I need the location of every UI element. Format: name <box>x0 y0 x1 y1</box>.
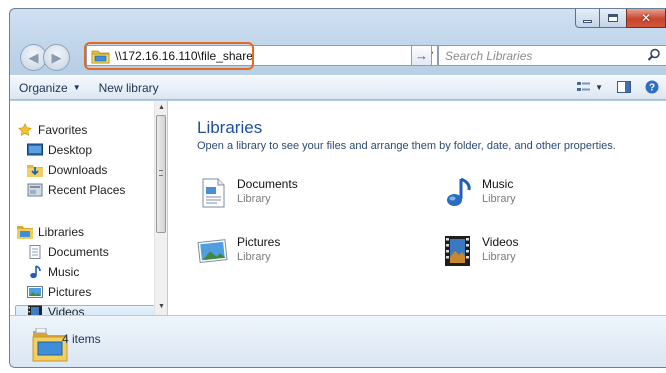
library-name-documents: Documents <box>237 177 298 191</box>
back-arrow-icon: ◀ <box>28 49 39 65</box>
details-pane: 4 items <box>10 315 666 367</box>
library-type-documents: Library <box>237 193 271 205</box>
maximize-button[interactable] <box>600 9 626 28</box>
nav-label-music: Music <box>48 265 80 279</box>
forward-button[interactable]: ▶ <box>43 44 70 71</box>
explorer-window: ✕ ◀ ▶ \\172.16.16.110\file_share ▼ → Sea… <box>9 8 666 368</box>
close-button[interactable]: ✕ <box>626 9 666 28</box>
page-subtitle: Open a library to see your files and arr… <box>197 140 616 152</box>
library-name-pictures: Pictures <box>237 235 281 249</box>
scrollbar-thumb[interactable] <box>156 115 166 233</box>
view-controls: ▼ ? <box>577 80 659 94</box>
library-item-music[interactable]: Music Library <box>442 177 516 209</box>
nav-label-favorites: Favorites <box>38 123 88 137</box>
close-icon: ✕ <box>640 11 652 25</box>
libraries-folder-icon <box>17 226 33 239</box>
nav-item-pictures[interactable]: Pictures <box>27 285 91 299</box>
nav-item-desktop[interactable]: Desktop <box>27 143 92 157</box>
nav-label-recent-places: Recent Places <box>48 183 126 197</box>
search-icon <box>647 48 660 61</box>
nav-item-music[interactable]: Music <box>27 265 79 279</box>
nav-label-downloads: Downloads <box>48 163 108 177</box>
music-icon <box>30 265 41 279</box>
go-arrow-icon: → <box>415 48 428 63</box>
nav-label-desktop: Desktop <box>48 143 93 157</box>
documents-icon <box>29 245 41 259</box>
new-library-label: New library <box>98 80 159 95</box>
caption-buttons: ✕ <box>575 9 666 29</box>
pictures-icon <box>27 286 43 298</box>
svg-text:?: ? <box>649 83 655 94</box>
search-placeholder: Search Libraries <box>445 48 533 63</box>
minimize-button[interactable] <box>575 9 600 28</box>
view-dropdown-icon: ▼ <box>595 82 603 92</box>
forward-arrow-icon: ▶ <box>51 49 62 65</box>
nav-item-recent-places[interactable]: Recent Places <box>27 183 125 197</box>
nav-item-libraries[interactable]: Libraries <box>17 225 84 239</box>
nav-label-pictures: Pictures <box>48 285 92 299</box>
nav-label-videos: Videos <box>48 305 85 315</box>
library-name-music: Music <box>482 177 514 191</box>
change-view-button[interactable]: ▼ <box>577 81 603 93</box>
scroll-grip-icon <box>159 170 163 176</box>
nav-item-documents[interactable]: Documents <box>27 245 109 259</box>
scroll-down-icon[interactable]: ▼ <box>158 303 165 310</box>
downloads-icon <box>27 165 43 177</box>
page-title: Libraries <box>197 118 263 137</box>
organize-label: Organize <box>19 80 68 95</box>
address-highlight <box>84 42 254 70</box>
minimize-icon <box>583 19 592 23</box>
chevron-down-icon: ▼ <box>72 83 81 92</box>
library-type-music: Library <box>482 193 516 205</box>
content-pane: Libraries Open a library to see your fil… <box>168 101 666 315</box>
nav-item-downloads[interactable]: Downloads <box>27 163 107 177</box>
nav-label-libraries: Libraries <box>38 225 85 239</box>
new-library-button[interactable]: New library <box>90 81 168 95</box>
item-count: 4 items <box>62 332 101 346</box>
nav-label-documents: Documents <box>48 245 109 259</box>
library-name-videos: Videos <box>482 235 519 249</box>
navigation-scrollbar[interactable]: ▲ ▼ <box>154 101 167 315</box>
preview-pane-icon[interactable] <box>617 81 631 93</box>
library-type-videos: Library <box>482 251 516 263</box>
go-button[interactable]: → <box>411 45 432 66</box>
library-item-pictures[interactable]: Pictures Library <box>197 235 280 267</box>
desktop-icon <box>27 143 43 156</box>
library-type-pictures: Library <box>237 251 271 263</box>
favorites-star-icon <box>18 123 32 136</box>
library-item-documents[interactable]: Documents Library <box>197 177 298 209</box>
organize-button[interactable]: Organize ▼ <box>10 81 90 95</box>
library-item-videos[interactable]: Videos Library <box>442 235 518 267</box>
recent-places-icon <box>27 183 43 197</box>
pictures-library-icon <box>197 239 228 263</box>
nav-item-favorites[interactable]: Favorites <box>17 123 87 137</box>
view-options-icon <box>577 82 591 91</box>
music-library-icon <box>447 177 471 206</box>
help-icon[interactable]: ? <box>645 80 659 94</box>
nav-item-videos[interactable]: Videos <box>27 305 84 315</box>
command-bar: Organize ▼ New library ▼ ? <box>10 75 666 100</box>
scroll-up-icon[interactable]: ▲ <box>158 104 165 111</box>
maximize-icon <box>608 14 618 22</box>
videos-icon <box>28 305 42 315</box>
navigation-pane: Favorites Desktop Downloads Recent Place… <box>10 101 161 315</box>
navigation-buttons: ◀ ▶ <box>20 44 70 71</box>
search-input[interactable]: Search Libraries <box>438 45 666 66</box>
videos-library-icon <box>445 236 470 266</box>
documents-library-icon <box>202 178 225 208</box>
